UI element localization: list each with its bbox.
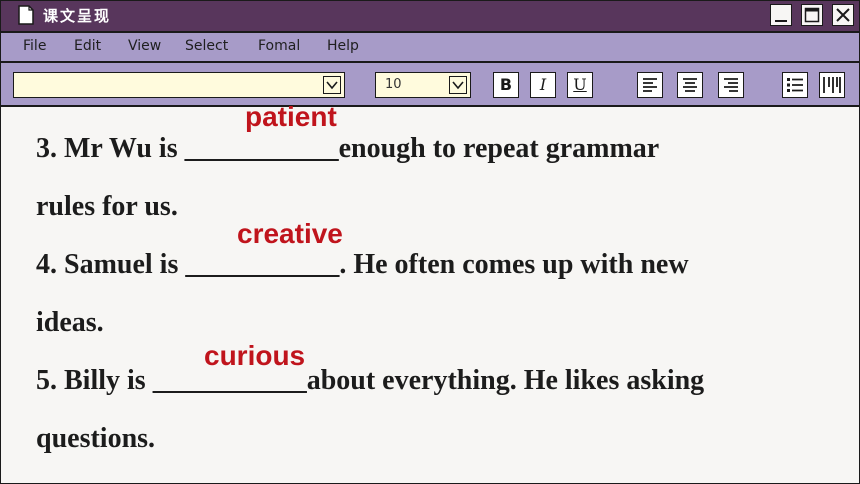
- format-toolbar: 10 B I U: [1, 63, 859, 107]
- font-size-value: 10: [385, 77, 402, 92]
- italic-icon: I: [539, 75, 547, 94]
- sentence-5-line-1: 5. Billy is ___________about everything.…: [36, 365, 705, 396]
- align-right-button[interactable]: [718, 72, 744, 98]
- menu-help[interactable]: Help: [327, 38, 359, 54]
- maximize-icon: [804, 7, 820, 23]
- sentence-4-line-1: 4. Samuel is ___________. He often comes…: [36, 249, 689, 280]
- align-left-icon: [643, 78, 657, 92]
- menu-bar: File Edit View Select Fomal Help: [1, 33, 859, 63]
- font-size-select[interactable]: 10: [375, 72, 471, 98]
- answer-patient: patient: [245, 101, 337, 132]
- menu-view[interactable]: View: [128, 38, 161, 54]
- minimize-icon: [775, 20, 787, 22]
- answer-creative: creative: [237, 218, 343, 249]
- align-center-icon: [683, 78, 697, 92]
- font-family-select[interactable]: [13, 72, 345, 98]
- menu-edit[interactable]: Edit: [74, 38, 101, 54]
- underline-icon: U: [573, 75, 587, 94]
- window-title: 课文呈现: [43, 7, 112, 25]
- font-dropdown-button[interactable]: [323, 76, 341, 94]
- align-left-button[interactable]: [637, 72, 663, 98]
- chevron-down-icon: [452, 81, 464, 90]
- columns-button[interactable]: [819, 72, 845, 98]
- menu-fomal[interactable]: Fomal: [258, 38, 300, 54]
- underline-button[interactable]: U: [567, 72, 593, 98]
- sentence-3-line-1: 3. Mr Wu is ___________enough to repeat …: [36, 133, 660, 164]
- bullet-list-icon: [787, 78, 803, 92]
- document-icon: [18, 5, 34, 25]
- document-area[interactable]: patient 3. Mr Wu is ___________enough to…: [1, 101, 859, 483]
- menu-select[interactable]: Select: [185, 38, 228, 54]
- maximize-button[interactable]: [801, 4, 823, 26]
- title-bar[interactable]: 课文呈现: [1, 1, 859, 33]
- sentence-3-line-2: rules for us.: [36, 191, 178, 222]
- sentence-5-line-2: questions.: [36, 423, 156, 454]
- chevron-down-icon: [326, 81, 338, 90]
- bold-button[interactable]: B: [493, 72, 519, 98]
- align-right-icon: [724, 78, 738, 92]
- size-dropdown-button[interactable]: [449, 76, 467, 94]
- minimize-button[interactable]: [770, 4, 792, 26]
- columns-icon: [823, 77, 841, 93]
- sentence-4-line-2: ideas.: [36, 307, 104, 338]
- close-icon: [836, 8, 850, 22]
- close-button[interactable]: [832, 4, 854, 26]
- menu-file[interactable]: File: [23, 38, 46, 54]
- bullet-list-button[interactable]: [782, 72, 808, 98]
- app-window: 课文呈现 File Edit View Select Fomal Help 10…: [0, 0, 860, 484]
- bold-icon: B: [499, 75, 513, 94]
- italic-button[interactable]: I: [530, 72, 556, 98]
- align-center-button[interactable]: [677, 72, 703, 98]
